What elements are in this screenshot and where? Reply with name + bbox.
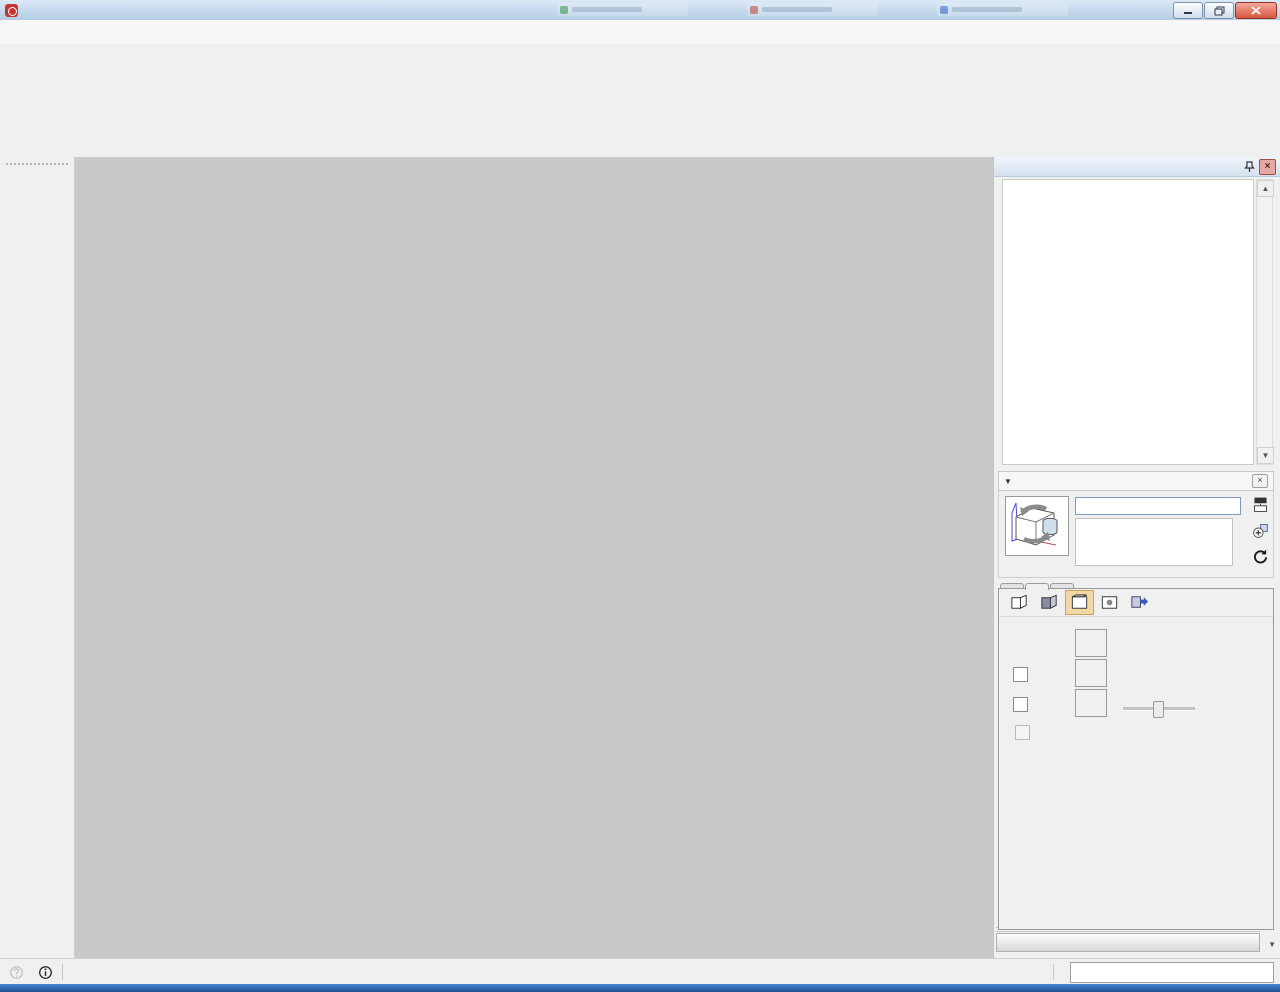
palette-grip[interactable]	[6, 163, 68, 171]
style-name-input[interactable]	[1075, 497, 1241, 515]
geolocation-icon[interactable]	[8, 964, 25, 981]
collapse-triangle-icon[interactable]: ▼	[1004, 477, 1012, 486]
model-stone-wall[interactable]	[75, 157, 993, 958]
measurements-input[interactable]	[1070, 961, 1274, 983]
style-thumbnail[interactable]	[1005, 496, 1069, 556]
sky-swatch[interactable]	[1075, 659, 1107, 687]
viewport-3d[interactable]	[75, 157, 993, 958]
menu-bar	[0, 20, 1280, 45]
create-style-icon[interactable]	[1251, 521, 1270, 540]
collapsed-panel-bar[interactable]	[996, 933, 1260, 952]
restore-button[interactable]	[1204, 2, 1234, 19]
transparency-slider-thumb[interactable]	[1153, 701, 1164, 718]
status-bar	[0, 958, 1280, 985]
scroll-down-icon[interactable]: ▼	[1257, 447, 1274, 464]
background-settings-icon[interactable]	[1065, 590, 1094, 615]
show-ground-checkbox[interactable]	[1015, 725, 1030, 740]
background-swatch[interactable]	[1075, 629, 1107, 657]
style-description[interactable]	[1075, 518, 1233, 566]
tab-select[interactable]	[1000, 583, 1024, 588]
ground-checkbox[interactable]	[1013, 697, 1028, 712]
styles-panel-header[interactable]: ▼ ×	[998, 471, 1274, 491]
tray-close-icon[interactable]: ×	[1259, 158, 1276, 175]
scroll-up-icon[interactable]: ▲	[1257, 180, 1274, 197]
styles-tabs	[998, 583, 1274, 590]
instructor-scrollbar[interactable]: ▲ ▼	[1256, 179, 1274, 465]
modeling-settings-icon[interactable]	[1125, 590, 1154, 615]
ground-swatch[interactable]	[1075, 689, 1107, 717]
face-settings-icon[interactable]	[1035, 590, 1064, 615]
toolbar-getting-started	[0, 118, 1280, 158]
tab-mix[interactable]	[1050, 583, 1074, 588]
edit-sub-toolbar	[999, 589, 1273, 617]
watermark-settings-icon[interactable]	[1095, 590, 1124, 615]
secondary-pane-icon[interactable]	[1251, 495, 1270, 514]
windows-taskbar[interactable]	[0, 984, 1280, 992]
sketchup-logo-icon	[5, 3, 18, 17]
toolbar-camera-draw	[0, 81, 1280, 119]
background-window-tabs	[535, 2, 1135, 18]
styles-close-icon[interactable]: ×	[1252, 474, 1268, 488]
credits-info-icon[interactable]	[37, 964, 54, 981]
close-button[interactable]	[1235, 2, 1277, 19]
tray-overflow-arrow-icon[interactable]: ▼	[1268, 940, 1276, 949]
edit-tab-panel	[998, 588, 1274, 930]
instructor-panel	[1002, 179, 1254, 465]
styles-panel: ▼ ×	[998, 471, 1274, 930]
tray-header[interactable]: ×	[994, 157, 1280, 177]
toolbar-standard	[0, 44, 1280, 82]
large-tool-set	[0, 157, 75, 958]
tab-edit[interactable]	[1025, 583, 1049, 590]
default-tray: × ▲ ▼ ▼ × ▼	[993, 157, 1280, 958]
minimize-button[interactable]	[1173, 2, 1203, 19]
title-bar	[0, 0, 1280, 21]
sky-checkbox[interactable]	[1013, 667, 1028, 682]
styles-body	[998, 491, 1274, 578]
update-style-icon[interactable]	[1251, 547, 1270, 566]
pin-icon[interactable]	[1242, 160, 1257, 174]
edge-settings-icon[interactable]	[1005, 590, 1034, 615]
